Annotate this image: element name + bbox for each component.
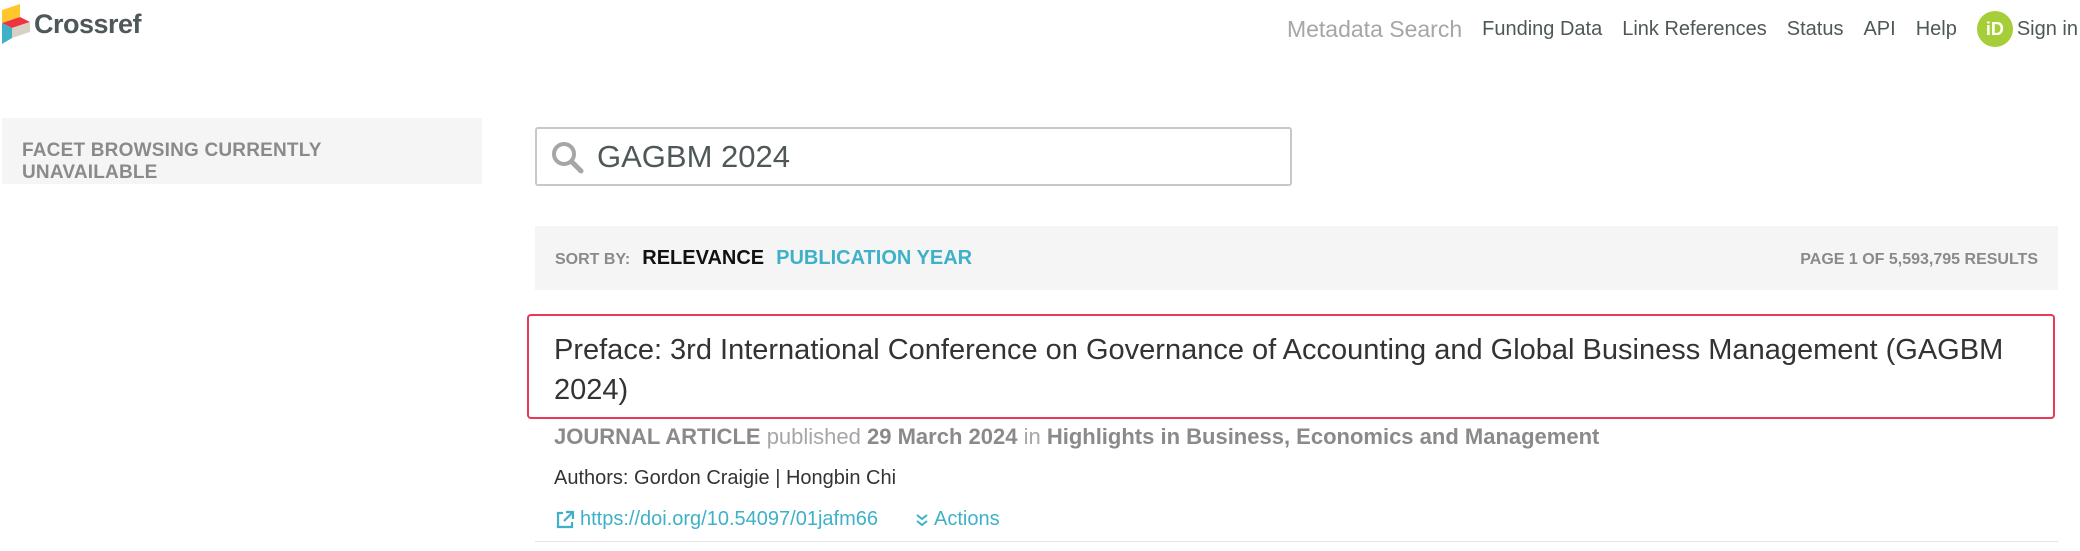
sort-publication-year[interactable]: PUBLICATION YEAR [776, 247, 972, 270]
nav-metadata-search[interactable]: Metadata Search [1287, 16, 1462, 43]
result-authors: Authors: Gordon Craigie | Hongbin Chi [554, 467, 896, 490]
doi-link[interactable]: https://doi.org/10.54097/01jafm66 [554, 508, 878, 531]
sort-relevance[interactable]: RELEVANCE [642, 247, 764, 270]
actions-button[interactable]: Actions [916, 508, 1000, 531]
search-input[interactable] [597, 138, 1277, 175]
nav-api[interactable]: API [1863, 18, 1895, 41]
facet-unavailable-message: FACET BROWSING CURRENTLY UNAVAILABLE [22, 140, 322, 183]
sign-in-label: Sign in [2016, 17, 2078, 40]
crossref-logo-icon [2, 4, 30, 44]
orcid-icon: iD [1976, 11, 2013, 47]
results-page-info: PAGE 1 OF 5,593,795 RESULTS [1800, 250, 2038, 268]
result-date: 29 March 2024 [867, 424, 1018, 449]
nav-funding-data[interactable]: Funding Data [1482, 18, 1602, 41]
search-icon[interactable] [537, 129, 597, 184]
result-title[interactable]: Preface: 3rd International Conference on… [554, 330, 2044, 410]
result-divider [535, 541, 2058, 542]
in-word: in [1023, 424, 1041, 449]
sign-in-button[interactable]: iD Sign in [1976, 11, 2078, 47]
result-type: JOURNAL ARTICLE [554, 424, 761, 449]
result-links: https://doi.org/10.54097/01jafm66 Action… [554, 508, 1000, 531]
actions-label: Actions [934, 508, 1000, 530]
doi-text: https://doi.org/10.54097/01jafm66 [580, 508, 878, 530]
sort-bar: SORT BY: RELEVANCE PUBLICATION YEAR PAGE… [535, 226, 2058, 290]
sort-by-label: SORT BY: [555, 251, 631, 268]
crossref-logo[interactable]: Crossref [2, 4, 142, 44]
search-box [535, 127, 1292, 186]
nav-link-references[interactable]: Link References [1622, 18, 1767, 41]
double-chevron-down-icon [916, 513, 928, 527]
top-navigation: Metadata Search Funding Data Link Refere… [1267, 11, 2080, 47]
nav-status[interactable]: Status [1787, 18, 1844, 41]
brand-name: Crossref [34, 8, 142, 39]
result-meta: JOURNAL ARTICLE published 29 March 2024 … [554, 424, 1599, 450]
authors-names: Gordon Craigie | Hongbin Chi [634, 467, 897, 489]
external-link-icon [556, 510, 575, 528]
authors-label: Authors: [554, 467, 629, 489]
facet-panel: FACET BROWSING CURRENTLY UNAVAILABLE [2, 118, 482, 184]
published-word: published [766, 424, 861, 449]
result-venue: Highlights in Business, Economics and Ma… [1046, 424, 1600, 449]
nav-help[interactable]: Help [1916, 18, 1957, 41]
